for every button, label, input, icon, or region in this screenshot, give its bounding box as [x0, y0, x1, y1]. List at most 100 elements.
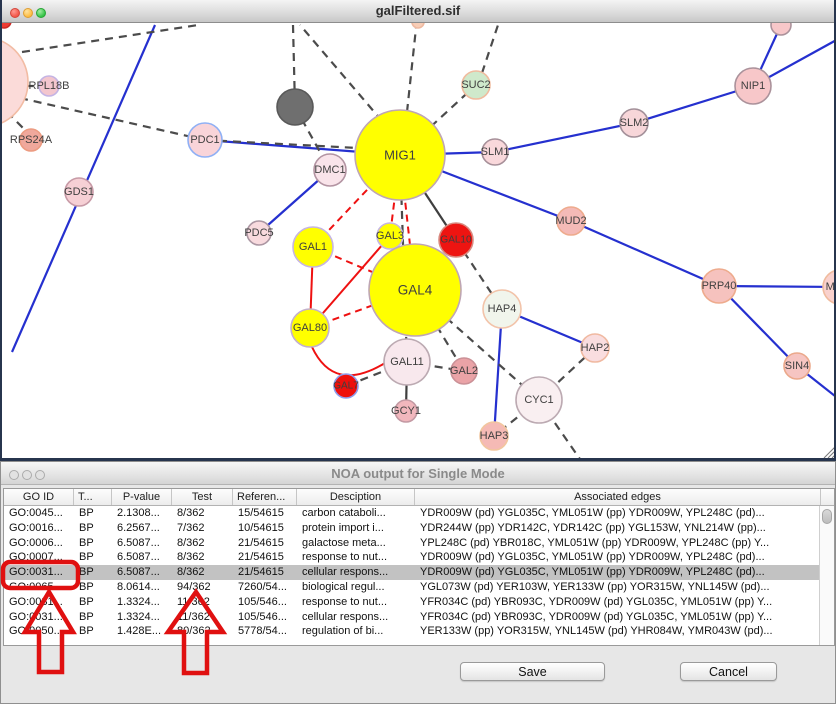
table-cell: 5778/54...	[233, 624, 297, 639]
node-unlabeled[interactable]	[2, 37, 28, 127]
node-label: NIP1	[741, 80, 765, 92]
table-cell: 7/362	[172, 521, 233, 536]
node-SUC2[interactable]: SUC2	[461, 71, 490, 99]
table-row[interactable]: GO:0050...BP1.428E...80/3625778/54...reg…	[4, 624, 834, 639]
table-row[interactable]: GO:0031...BP1.3324...11/362105/546...cel…	[4, 610, 834, 625]
node-GAL10[interactable]: GAL10	[439, 223, 473, 257]
table-cell: YDR244W (pp) YDR142C, YDR142C (pp) YGL15…	[415, 521, 821, 536]
edge-SLM1-SLM2	[495, 123, 634, 152]
node-circle[interactable]	[2, 37, 28, 127]
node-GAL7[interactable]: GAL7	[333, 374, 359, 398]
table-cell: 8/362	[172, 536, 233, 551]
node-HAP3[interactable]: HAP3	[480, 422, 509, 450]
scrollbar-thumb[interactable]	[822, 509, 832, 524]
node-SLM1[interactable]: SLM1	[481, 139, 510, 165]
table-cell: BP	[74, 550, 112, 565]
node-GAL1[interactable]: GAL1	[293, 227, 333, 267]
node-circle[interactable]	[277, 89, 313, 125]
column-header-test[interactable]: Test	[172, 489, 233, 505]
node-GAL4[interactable]: GAL4	[369, 244, 461, 336]
node-label: GDS1	[64, 186, 94, 198]
table-cell: 21/54615	[233, 565, 297, 580]
node-GAL11[interactable]: GAL11	[384, 339, 430, 385]
edge-stub-stub	[22, 25, 198, 52]
table-cell: response to nut...	[297, 550, 415, 565]
resize-grip-icon[interactable]	[832, 454, 836, 458]
node-NIP1[interactable]: NIP1	[735, 68, 771, 104]
node-label: MUD2	[555, 215, 586, 227]
node-GCY1[interactable]: GCY1	[391, 400, 421, 422]
node-label: PDC5	[244, 227, 273, 239]
node-label: GAL11	[390, 356, 423, 368]
table-row[interactable]: GO:0031...BP6.5087...8/36221/54615cellul…	[4, 565, 834, 580]
table-cell: cellular respons...	[297, 565, 415, 580]
edge-stub-stub	[407, 28, 416, 112]
table-cell: 105/546...	[233, 610, 297, 625]
table-cell: BP	[74, 610, 112, 625]
node-label: SIN4	[785, 360, 809, 372]
table-cell: 8/362	[172, 550, 233, 565]
table-cell: GO:0031...	[4, 610, 74, 625]
node-label: HAP2	[581, 342, 610, 354]
table-cell: 1.3324...	[112, 595, 172, 610]
table-cell: 6.5087...	[112, 565, 172, 580]
table-cell: YDR009W (pd) YGL035C, YML051W (pp) YDR00…	[415, 550, 821, 565]
node-label: MSL1	[826, 281, 836, 293]
save-button[interactable]: Save	[460, 662, 605, 681]
table-cell: cellular respons...	[297, 610, 415, 625]
table-cell: GO:0007...	[4, 550, 74, 565]
table-row[interactable]: GO:0016...BP6.2567...7/36210/54615protei…	[4, 521, 834, 536]
node-GAL2[interactable]: GAL2	[450, 358, 478, 384]
column-header-t-[interactable]: T...	[74, 489, 112, 505]
table-cell: 6.5087...	[112, 550, 172, 565]
node-HAP2[interactable]: HAP2	[581, 334, 610, 362]
table-row[interactable]: GO:0045...BP2.1308...8/36215/54615carbon…	[4, 506, 834, 521]
column-header-p-value[interactable]: P-value	[112, 489, 172, 505]
table-cell: YGL073W (pd) YER103W, YER133W (pp) YOR31…	[415, 580, 821, 595]
network-canvas[interactable]: RPL18B RPS24A GDS1 PDC1 DMC1 PDC5 MIG1 SUC2 SLM1…	[2, 0, 836, 461]
resize-grip-icon[interactable]	[828, 450, 836, 458]
network-window: RPL18B RPS24A GDS1 PDC1 DMC1 PDC5 MIG1 SUC2 SLM1…	[0, 0, 836, 461]
table-cell: biological regul...	[297, 580, 415, 595]
vertical-scrollbar[interactable]	[819, 506, 834, 646]
node-MIG1[interactable]: MIG1	[355, 110, 445, 200]
table-cell: 21/54615	[233, 536, 297, 551]
table-row[interactable]: GO:0007...BP6.5087...8/36221/54615respon…	[4, 550, 834, 565]
table-row[interactable]: GO:0006...BP6.5087...8/36221/54615galact…	[4, 536, 834, 551]
node-unlabeled[interactable]	[277, 89, 313, 125]
table-row[interactable]: GO:0065...BP8.0614...94/3627260/54...bio…	[4, 580, 834, 595]
cancel-button[interactable]: Cancel	[680, 662, 777, 681]
column-header-associated-edges[interactable]: Associated edges	[415, 489, 821, 505]
node-GDS1[interactable]: GDS1	[64, 178, 94, 206]
table-cell: BP	[74, 580, 112, 595]
edge-stub-stub	[482, 25, 498, 73]
table-cell: GO:0031...	[4, 565, 74, 580]
table-cell: 21/54615	[233, 550, 297, 565]
node-RPS24A[interactable]: RPS24A	[10, 129, 53, 151]
table-cell: 1.428E...	[112, 624, 172, 639]
window-title: galFiltered.sif	[2, 3, 834, 18]
node-label: CYC1	[524, 394, 553, 406]
node-MUD2[interactable]: MUD2	[555, 207, 586, 235]
node-DMC1[interactable]: DMC1	[314, 154, 346, 186]
table-cell: response to nut...	[297, 595, 415, 610]
table-cell: 105/546...	[233, 595, 297, 610]
node-RPL18B[interactable]: RPL18B	[29, 76, 70, 96]
node-SIN4[interactable]: SIN4	[784, 353, 810, 379]
column-header-go-id[interactable]: GO ID	[4, 489, 74, 505]
node-CYC1[interactable]: CYC1	[516, 377, 562, 423]
node-GAL3[interactable]: GAL3	[376, 223, 404, 249]
node-HAP4[interactable]: HAP4	[483, 290, 521, 328]
column-header-referen-[interactable]: Referen...	[233, 489, 297, 505]
table-cell: YPL248C (pd) YBR018C, YML051W (pp) YDR00…	[415, 536, 821, 551]
node-label: HAP4	[488, 303, 517, 315]
table-row[interactable]: GO:0031...BP1.3324...11/362105/546...res…	[4, 595, 834, 610]
node-MSL1[interactable]: MSL1	[823, 270, 836, 304]
column-header-desciption[interactable]: Desciption	[297, 489, 415, 505]
node-PRP40[interactable]: PRP40	[702, 269, 737, 303]
node-GAL80[interactable]: GAL80	[291, 309, 329, 347]
node-label: GAL7	[333, 381, 359, 392]
table-cell: 94/362	[172, 580, 233, 595]
node-PDC1[interactable]: PDC1	[188, 123, 222, 157]
node-SLM2[interactable]: SLM2	[620, 109, 649, 137]
